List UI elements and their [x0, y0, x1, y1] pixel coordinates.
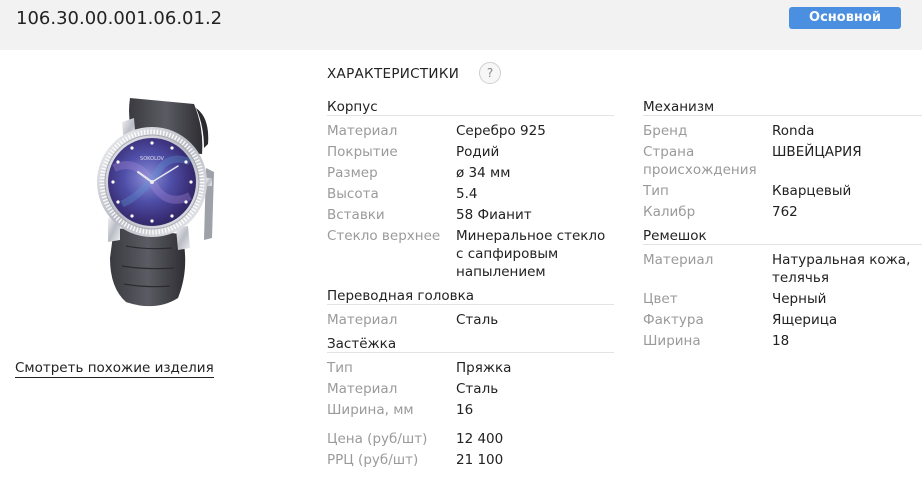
top-bar: 106.30.00.001.06.01.2 Основной	[0, 0, 922, 50]
spec-label: Цвет	[643, 291, 678, 307]
spec-label: Стекло верхнее	[327, 228, 441, 244]
rrp-value: 21 100	[456, 452, 504, 468]
group-title-clasp: Застёжка	[327, 335, 614, 353]
spec-row: Покрытие Родий	[327, 142, 614, 163]
dial-brand-text: SOKOLOV	[140, 156, 165, 162]
specs-column-right: Механизм Бренд Ronda Страна происхождения…	[643, 98, 922, 352]
spec-value: ШВЕЙЦАРИЯ	[772, 144, 862, 160]
spec-label: Страна происхождения	[643, 143, 772, 179]
specs-title: ХАРАКТЕРИСТИКИ	[327, 66, 460, 82]
spec-value: Ящерица	[772, 312, 838, 328]
spec-value: Сталь	[456, 312, 499, 328]
watch-image: SOKOLOV	[97, 98, 214, 307]
spec-label: Ширина, мм	[327, 402, 414, 418]
primary-badge[interactable]: Основной	[789, 7, 901, 29]
spec-value: Родий	[456, 144, 500, 160]
spec-value: 58 Фианит	[456, 207, 532, 223]
spec-label: Бренд	[643, 123, 688, 139]
spec-label: Покрытие	[327, 144, 398, 160]
spec-label: Размер	[327, 165, 378, 181]
spec-value: ø 34 мм	[456, 165, 511, 181]
spec-row: Стекло верхнее Минеральное стекло с сапф…	[327, 226, 614, 283]
spec-row: Страна происхождения ШВЕЙЦАРИЯ	[643, 142, 922, 181]
spec-label: Высота	[327, 186, 379, 202]
spec-value: Натуральная кожа, телячья	[772, 251, 910, 287]
spec-value: Серебро 925	[456, 123, 546, 139]
spec-label: Материал	[327, 312, 398, 328]
specs-column-left: Корпус Материал Серебро 925 Покрытие Родий…	[327, 98, 614, 471]
spec-value: 762	[772, 204, 798, 220]
group-title-strap: Ремешок	[643, 227, 922, 245]
spec-label: Тип	[643, 183, 669, 199]
spec-value-line: с сапфировым	[456, 246, 559, 262]
rrp-row: РРЦ (руб/шт) 21 100	[327, 450, 614, 471]
spec-label-line: происхождения	[643, 162, 757, 178]
spec-row: Тип Кварцевый	[643, 181, 922, 202]
article-number: 106.30.00.001.06.01.2	[16, 8, 223, 29]
spec-value-line: Минеральное стекло	[456, 228, 606, 244]
spec-value: Кварцевый	[772, 183, 852, 199]
group-title-case: Корпус	[327, 98, 614, 116]
spec-row: Фактура Ящерица	[643, 310, 922, 331]
spec-row: Материал Сталь	[327, 310, 614, 331]
price-value: 12 400	[456, 431, 504, 447]
spec-row: Вставки 58 Фианит	[327, 205, 614, 226]
spec-value: 18	[772, 333, 790, 349]
spec-label: Материал	[327, 123, 398, 139]
spec-label: Ширина	[643, 333, 701, 349]
spec-value: Черный	[772, 291, 827, 307]
spec-label-line: Страна	[643, 144, 695, 160]
spec-row: Размер ø 34 мм	[327, 163, 614, 184]
spec-row: Тип Пряжка	[327, 358, 614, 379]
group-title-movement: Механизм	[643, 98, 922, 116]
spec-label: Вставки	[327, 207, 385, 223]
spec-value-line: напылением	[456, 264, 546, 280]
spec-value-line: Натуральная кожа,	[772, 252, 911, 268]
spec-row: Материал Серебро 925	[327, 121, 614, 142]
spec-value-line: телячья	[772, 270, 829, 286]
spec-value: 5.4	[456, 186, 478, 202]
spec-row: Калибр 762	[643, 202, 922, 223]
spec-label: Калибр	[643, 204, 696, 220]
spec-label: Материал	[643, 252, 714, 268]
spec-row: Цвет Черный	[643, 289, 922, 310]
spec-row: Высота 5.4	[327, 184, 614, 205]
spec-label: Тип	[327, 360, 353, 376]
spec-value: Пряжка	[456, 360, 512, 376]
similar-products-link[interactable]: Смотреть похожие изделия	[15, 360, 214, 378]
group-title-crown: Переводная головка	[327, 287, 614, 305]
spec-value: 16	[456, 402, 474, 418]
spec-label: Материал	[327, 381, 398, 397]
price-label: Цена (руб/шт)	[327, 431, 428, 447]
price-row: Цена (руб/шт) 12 400	[327, 429, 614, 450]
spec-row: Бренд Ronda	[643, 121, 922, 142]
spec-row: Материал Сталь	[327, 379, 614, 400]
spec-value: Сталь	[456, 381, 499, 397]
spec-value: Ronda	[772, 123, 815, 139]
spec-row: Ширина, мм 16	[327, 400, 614, 421]
rrp-label: РРЦ (руб/шт)	[327, 452, 419, 468]
spec-row: Материал Натуральная кожа, телячья	[643, 250, 922, 289]
spec-value: Минеральное стекло с сапфировым напылени…	[456, 227, 605, 281]
spec-row: Ширина 18	[643, 331, 922, 352]
spec-label: Фактура	[643, 312, 704, 328]
question-circle-icon[interactable]: ?	[479, 62, 501, 84]
